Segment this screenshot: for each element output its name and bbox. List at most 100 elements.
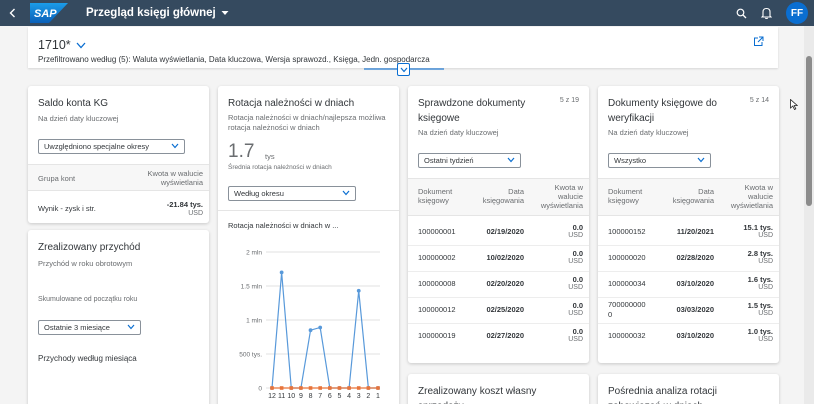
card-title: Saldo konta KG bbox=[38, 98, 109, 109]
document-number-cont: 0 bbox=[608, 310, 613, 319]
collapse-header-button[interactable] bbox=[397, 63, 410, 76]
column-header: Grupa kont bbox=[38, 174, 76, 183]
document-number: 100000020 bbox=[608, 253, 646, 262]
posting-date: 02/25/2020 bbox=[486, 305, 524, 314]
app-title-menu[interactable]: Przegląd księgi głównej bbox=[86, 7, 229, 19]
card-verified-documents[interactable]: Sprawdzone dokumenty księgowe 5 z 19 Na … bbox=[408, 86, 589, 363]
x-tick-label: 5 bbox=[338, 393, 342, 400]
column-header: Kwota w walucie wyświetlania bbox=[730, 183, 773, 210]
amount-value: 1.6 tys. bbox=[747, 275, 773, 284]
data-point bbox=[308, 328, 313, 333]
user-avatar[interactable]: FF bbox=[786, 2, 808, 24]
amount-unit: USD bbox=[568, 284, 583, 291]
amount-unit: USD bbox=[758, 258, 773, 265]
select-value: Ostatnie 3 miesiące bbox=[44, 323, 110, 332]
card-gl-balance[interactable]: Saldo konta KG Na dzień daty kluczowej U… bbox=[28, 86, 209, 223]
variant-selector[interactable]: 1710* bbox=[38, 38, 86, 52]
cumulative-label: Skumulowane od początku roku bbox=[38, 296, 138, 303]
search-icon[interactable] bbox=[736, 8, 747, 19]
column-header: Data księgowania bbox=[672, 187, 714, 205]
amount-value: 0.0 bbox=[572, 301, 583, 310]
filter-select[interactable]: Wszystko bbox=[608, 153, 711, 168]
special-periods-select[interactable]: Uwzględniono specjalne okresy bbox=[38, 139, 185, 154]
card-subtitle: Na dzień daty kluczowej bbox=[38, 114, 119, 123]
card-realized-cogs[interactable]: Zrealizowany koszt własny sprzedaży bbox=[408, 374, 589, 404]
x-tick-label: 1 bbox=[376, 393, 380, 400]
bell-icon[interactable] bbox=[761, 7, 772, 19]
period-view-select[interactable]: Według okresu bbox=[228, 186, 356, 201]
revenue-by-month-link[interactable]: Przychody według miesiąca bbox=[38, 354, 137, 363]
data-point bbox=[366, 386, 371, 390]
posting-date: 02/20/2020 bbox=[486, 279, 524, 288]
amount-unit: USD bbox=[568, 336, 583, 343]
card-documents-to-verify[interactable]: Dokumenty księgowe do weryfikacji 5 z 14… bbox=[598, 86, 779, 363]
y-tick-label: 2 mln bbox=[246, 250, 262, 257]
amount-unit: USD bbox=[758, 310, 773, 317]
amount-value: 2.8 tys. bbox=[747, 249, 773, 258]
variant-header: 1710* Przefiltrowano według (5): Waluta … bbox=[28, 27, 778, 76]
column-header: Kwota w walucie wyświetlania bbox=[147, 169, 203, 187]
series-line bbox=[271, 272, 378, 389]
period-select[interactable]: Ostatni tydzień bbox=[418, 153, 521, 168]
posting-date: 02/19/2020 bbox=[486, 227, 524, 236]
scrollbar-thumb[interactable] bbox=[806, 56, 812, 206]
svg-text:SAP: SAP bbox=[34, 8, 57, 20]
shell-bar: SAP Przegląd księgi głównej FF bbox=[0, 0, 814, 26]
document-number: 100000008 bbox=[418, 279, 456, 288]
posting-date: 03/03/2020 bbox=[676, 305, 714, 314]
card-receivables-turnover[interactable]: Rotacja należności w dniach Rotacja nale… bbox=[218, 86, 399, 404]
x-tick-label: 2 bbox=[366, 393, 370, 400]
card-realized-revenue[interactable]: Zrealizowany przychód Przychód w roku ob… bbox=[28, 230, 209, 404]
document-number: 100000001 bbox=[418, 227, 456, 236]
x-tick-label: 12 bbox=[268, 393, 276, 400]
select-value: Ostatni tydzień bbox=[424, 156, 474, 165]
divider bbox=[218, 210, 399, 211]
x-tick-label: 11 bbox=[278, 393, 285, 400]
data-point bbox=[270, 386, 274, 390]
data-point bbox=[318, 386, 322, 390]
back-button[interactable] bbox=[0, 0, 26, 26]
item-counter: 5 z 14 bbox=[749, 97, 769, 104]
chevron-down-icon bbox=[171, 143, 179, 149]
chart-title: Rotacja należności w dniach w ... bbox=[228, 221, 339, 230]
chevron-down-icon bbox=[342, 190, 350, 196]
table-header: Dokument księgowy Data księgowania Kwota… bbox=[598, 178, 779, 216]
y-tick-label: 1 mln bbox=[246, 318, 262, 325]
period-select[interactable]: Ostatnie 3 miesiące bbox=[38, 320, 141, 335]
card-subtitle: Przychód w roku obrotowym bbox=[38, 259, 133, 268]
column-header: Data księgowania bbox=[482, 187, 524, 205]
posting-date: 02/27/2020 bbox=[486, 331, 524, 340]
card-title: Rotacja należności w dniach bbox=[228, 98, 355, 109]
share-icon[interactable] bbox=[753, 36, 764, 47]
x-tick-label: 6 bbox=[328, 393, 332, 400]
data-point bbox=[279, 270, 284, 275]
posting-date: 03/10/2020 bbox=[676, 331, 714, 340]
x-tick-label: 7 bbox=[318, 393, 322, 400]
amount-value: 1.0 tys. bbox=[747, 327, 773, 336]
row-unit: USD bbox=[188, 210, 203, 217]
amount-unit: USD bbox=[758, 336, 773, 343]
card-subtitle: Na dzień daty kluczowej bbox=[608, 128, 689, 137]
data-point bbox=[328, 386, 332, 390]
posting-date: 03/10/2020 bbox=[676, 279, 714, 288]
data-point bbox=[356, 288, 361, 293]
card-payables-analysis[interactable]: Pośrednia analiza rotacji zobowiązań w d… bbox=[598, 374, 779, 404]
table-header: Grupa kont Kwota w walucie wyświetlania bbox=[28, 164, 209, 191]
amount-value: 0.0 bbox=[572, 223, 583, 232]
y-tick-label: 0 bbox=[258, 386, 262, 393]
kpi-unit: tys bbox=[265, 152, 275, 161]
app-title: Przegląd księgi głównej bbox=[86, 7, 216, 19]
select-value: Według okresu bbox=[234, 189, 284, 198]
card-title: Zrealizowany przychód bbox=[38, 242, 141, 253]
chevron-down-icon bbox=[400, 67, 407, 72]
y-tick-label: 1.5 mln bbox=[241, 284, 263, 291]
sap-logo[interactable]: SAP bbox=[30, 3, 68, 23]
item-counter: 5 z 19 bbox=[559, 97, 579, 104]
data-point bbox=[337, 386, 342, 390]
page-scrollbar[interactable] bbox=[804, 26, 814, 404]
variant-name: 1710* bbox=[38, 38, 71, 52]
amount-value: 0.0 bbox=[572, 275, 583, 284]
column-header: Kwota w walucie wyświetlania bbox=[540, 183, 583, 210]
table-header: Dokument księgowy Data księgowania Kwota… bbox=[408, 178, 589, 216]
posting-date: 10/02/2020 bbox=[486, 253, 524, 262]
